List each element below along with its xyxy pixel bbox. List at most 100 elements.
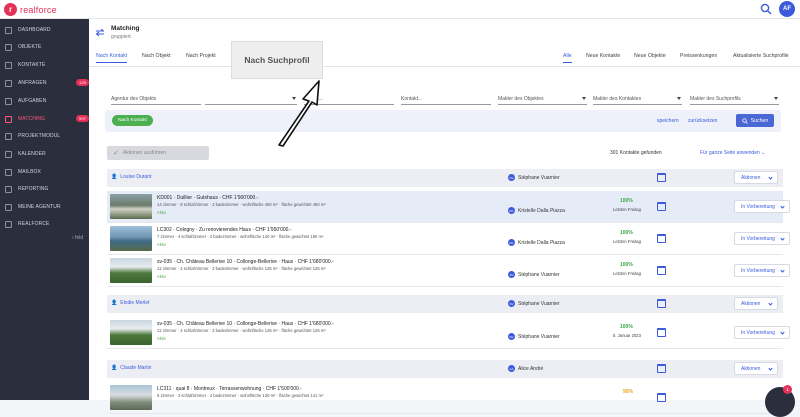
tab-nach-projekt[interactable]: Nach Projekt — [186, 53, 216, 62]
sidebar-item-meine-agentur[interactable]: Meine Agentur — [0, 201, 89, 213]
user-avatar[interactable]: AF — [779, 1, 795, 17]
calendar-icon[interactable] — [657, 173, 666, 182]
chevron-down-icon — [780, 236, 785, 241]
annotation-arrow-icon — [278, 80, 320, 147]
sidebar-item-reporting[interactable]: Reporting — [0, 183, 89, 195]
filter-makler-des-objektes[interactable]: Makler des Objektes — [498, 94, 587, 105]
property-title[interactable]: sv-035 · Ch. Château Bellerive 10 · Coll… — [157, 259, 334, 265]
bulk-actions-button[interactable]: ✓ Aktionen ausführen — [107, 146, 209, 160]
match-date: 5. Januar 2023 — [613, 333, 641, 338]
tab-neue-objekte[interactable]: Neue Objekte — [634, 53, 666, 62]
main-panel: Matching gruppiert Nach Kontakt Nach Obj… — [89, 19, 800, 414]
sidebar-item-kalender[interactable]: Kalender — [0, 148, 89, 160]
status-dropdown[interactable]: In Vorbereitung — [734, 232, 790, 245]
property-title[interactable]: LC311 · quai 8 · Montreux · Terrassenwoh… — [157, 386, 302, 392]
chevron-down-icon — [768, 366, 773, 371]
tab-alle[interactable]: Alle — [563, 53, 572, 63]
aktionen-dropdown[interactable]: Aktionen — [734, 297, 778, 310]
logo-mark: r — [4, 3, 17, 16]
calendar-icon[interactable] — [657, 234, 666, 243]
chevron-down-icon — [780, 268, 785, 273]
aktionen-dropdown[interactable]: Aktionen — [734, 171, 778, 184]
sidebar-item-label: Objekte — [18, 44, 42, 50]
sidebar-item-label: Kalender — [18, 151, 46, 157]
inbox-icon — [5, 79, 12, 87]
swap-arrows-icon[interactable] — [95, 28, 105, 37]
matching-icon — [5, 115, 12, 123]
property-row[interactable]: KD001 · Duillier · Gutshaus · CHF 1'900'… — [107, 191, 790, 223]
status-dropdown[interactable]: In Vorbereitung — [734, 264, 790, 277]
contact-name-link[interactable]: 👤 Elodie Merlet — [111, 300, 149, 306]
calendar-icon[interactable] — [657, 328, 666, 337]
property-title[interactable]: KD001 · Duillier · Gutshaus · CHF 1'900'… — [157, 195, 258, 201]
aktionen-dropdown[interactable]: Aktionen — [734, 362, 778, 375]
calendar-icon[interactable] — [657, 393, 666, 402]
property-agent: SV Stéphane Vuarnier — [508, 333, 560, 340]
match-percent: 100% — [620, 324, 633, 330]
match-percent: 100% — [620, 230, 633, 236]
calendar-icon[interactable] — [657, 364, 666, 373]
calendar-icon[interactable] — [657, 299, 666, 308]
sidebar-item-aufgaben[interactable]: Aufgaben — [0, 95, 89, 107]
contact-agent: SV Stéphane Vuarnier — [508, 174, 560, 181]
property-title[interactable]: LC302 · Cologny · Zu renovierendes Haus … — [157, 227, 291, 233]
agent-avatar: KD — [508, 239, 515, 246]
tab-nach-objekt[interactable]: Nach Objekt — [142, 53, 171, 62]
tab-neue-kontakte[interactable]: Neue Kontakte — [586, 53, 620, 62]
sidebar-item-anfragen[interactable]: Anfragen 125 — [0, 77, 89, 89]
property-photo — [110, 385, 152, 410]
match-percent: 100% — [620, 262, 633, 268]
calendar-icon[interactable] — [657, 266, 666, 275]
filter-makler-des-kontaktes[interactable]: Makler des Kontaktes — [593, 94, 682, 105]
building-icon — [5, 43, 12, 51]
status-dropdown[interactable]: In Vorbereitung — [734, 200, 790, 213]
tab-nach-kontakt[interactable]: Nach Kontakt — [96, 53, 128, 63]
sidebar-item-objekte[interactable]: Objekte — [0, 41, 89, 53]
contact-agent: SV Stéphane Vuarnier — [508, 300, 560, 307]
realforce-logo[interactable]: r realforce — [4, 3, 57, 16]
property-photo — [110, 320, 152, 345]
contact-name-link[interactable]: 👤 Claude Martin — [111, 365, 151, 371]
property-status-tag: Aktiv — [157, 274, 167, 279]
apply-whole-page-dropdown[interactable]: Für ganze Seite anwenden ⌄ — [700, 150, 765, 156]
status-dropdown[interactable]: In Vorbereitung — [734, 326, 790, 339]
project-icon — [5, 132, 12, 140]
realforce-icon — [5, 220, 12, 228]
property-row[interactable]: sv-035 · Ch. Château Bellerive 10 · Coll… — [107, 255, 790, 287]
reset-search-link[interactable]: zurücksetzen — [688, 118, 717, 124]
contact-name-link[interactable]: 👤 Louise Durant — [111, 174, 151, 180]
active-filter-pill[interactable]: Nach Kontakt — [112, 115, 153, 126]
sidebar-item-kontakte[interactable]: Kontakte — [0, 59, 89, 71]
calendar-icon[interactable] — [657, 202, 666, 211]
property-row[interactable]: sv-035 · Ch. Château Bellerive 10 · Coll… — [107, 317, 790, 349]
property-agent: KD Kristelle Dalla Piazza — [508, 207, 565, 214]
tab-aktualisierte-suchprofile[interactable]: Aktualisierte Suchprofile — [733, 53, 789, 62]
matching-badge: 997 — [76, 115, 89, 122]
filter-agentur-des-objekts[interactable]: Agentur des Objekts — [111, 94, 201, 105]
tab-preissenkungen[interactable]: Preissenkungen — [680, 53, 717, 62]
property-title[interactable]: sv-035 · Ch. Château Bellerive 10 · Coll… — [157, 321, 334, 327]
sidebar-item-dashboard[interactable]: Dashboard — [0, 24, 89, 36]
search-button[interactable]: Suchen — [736, 114, 774, 127]
match-percent: 90% — [623, 389, 634, 395]
filter-makler-des-suchprofils[interactable]: Makler des Suchprofils — [690, 94, 779, 105]
sidebar-collapse-toggle[interactable]: ‹ fold — [72, 235, 83, 241]
sidebar-item-matching[interactable]: Matching 997 — [0, 113, 89, 125]
save-search-link[interactable]: speichern — [657, 118, 679, 124]
sidebar-item-label: Dashboard — [18, 27, 51, 33]
page-subtitle: gruppiert — [111, 34, 131, 40]
mail-icon — [5, 168, 12, 176]
sidebar-item-projektmodul[interactable]: Projektmodul — [0, 130, 89, 142]
filter-kontakt[interactable]: Kontakt... — [401, 94, 491, 105]
chevron-down-icon — [677, 97, 681, 100]
property-row[interactable]: LC311 · quai 8 · Montreux · Terrassenwoh… — [107, 382, 783, 414]
search-bar: Nach Kontakt speichern zurücksetzen Such… — [105, 110, 781, 132]
anfragen-badge: 125 — [76, 79, 89, 86]
property-row[interactable]: LC302 · Cologny · Zu renovierendes Haus … — [107, 223, 790, 255]
sidebar-item-label: Kontakte — [18, 62, 46, 68]
sidebar-item-mailbox[interactable]: Mailbox — [0, 166, 89, 178]
search-icon[interactable] — [760, 3, 772, 15]
sidebar-item-realforce[interactable]: Realforce — [0, 218, 89, 230]
contact-group-header: 👤 Elodie Merlet SV Stéphane Vuarnier Aktio… — [107, 295, 783, 313]
property-status-tag: Aktiv — [157, 210, 167, 215]
